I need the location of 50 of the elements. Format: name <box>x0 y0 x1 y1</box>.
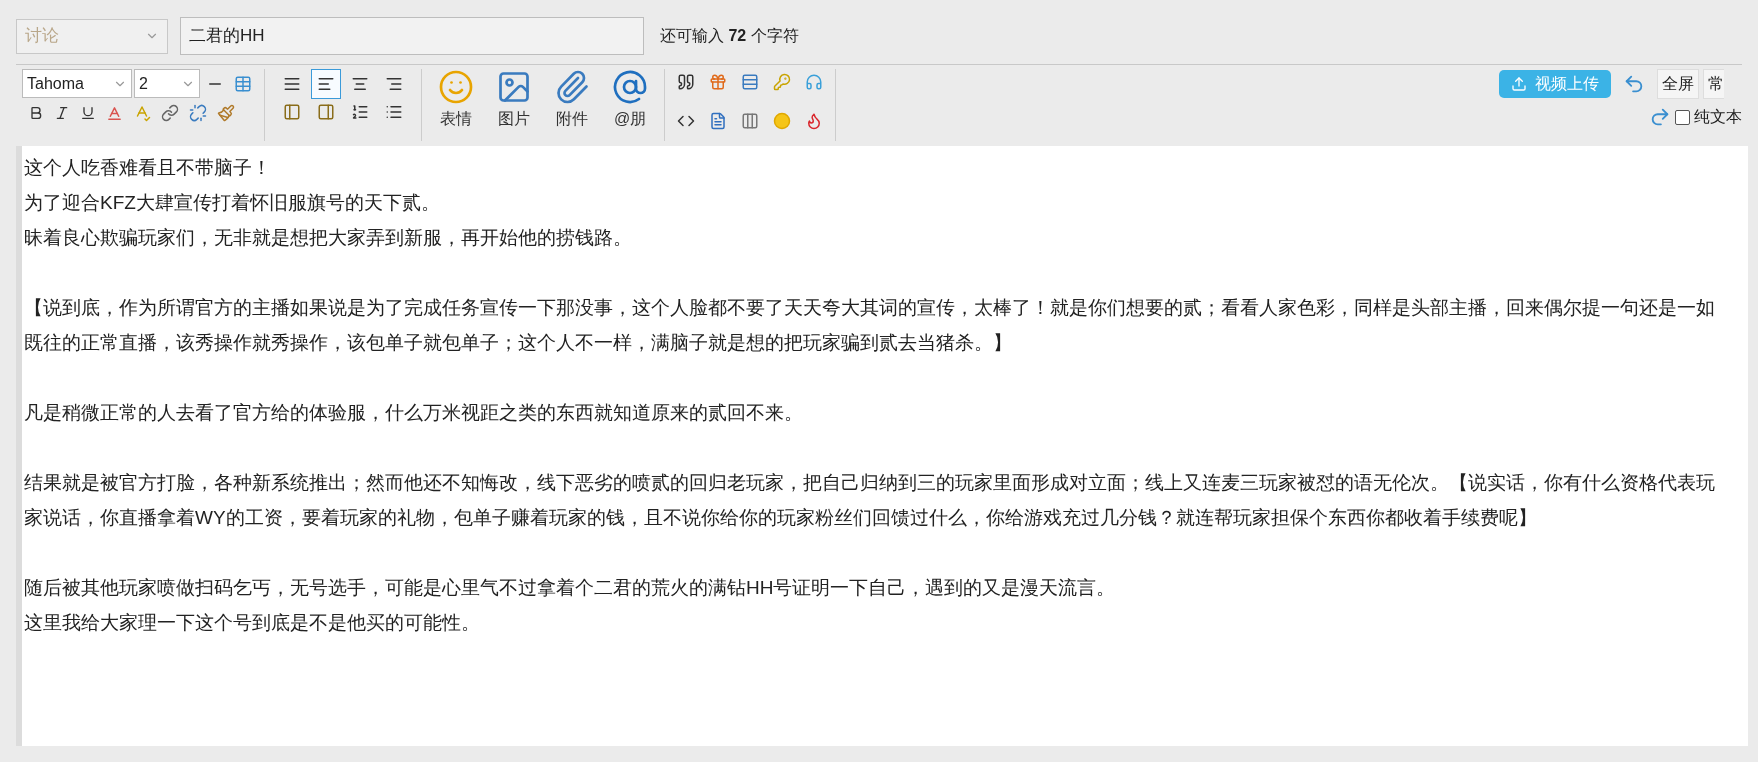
insert-button[interactable]: 图片 <box>492 69 536 131</box>
plain-text-checkbox[interactable] <box>1675 109 1690 125</box>
brush-icon[interactable] <box>217 104 235 122</box>
plain-text-label: 纯文本 <box>1694 107 1742 127</box>
paragraph-text: 为了迎合KFZ大肆宣传打着怀旧服旗号的天下贰。 <box>24 191 441 215</box>
unlink-icon[interactable] <box>189 104 207 122</box>
align-lines-icon <box>385 75 403 93</box>
paragraph-text: 这里我给大家理一下这个号到底是不是他买的可能性。 <box>24 611 481 635</box>
paragraph-text: 昧着良心欺骗玩家们，无非就是想把大家弄到新服，再开始他的捞钱路。 <box>24 226 633 250</box>
size-select[interactable]: 2 <box>134 69 200 98</box>
font-select[interactable]: Tahoma <box>22 69 132 98</box>
picture-icon <box>496 69 532 105</box>
quote-icon[interactable] <box>677 73 695 91</box>
paragraph-text: 凡是稍微正常的人去看了官方给的体验服，什么万米视距之类的东西就知道原来的贰回不来。 <box>24 401 804 425</box>
gift-icon[interactable] <box>709 73 727 91</box>
bullet-list-icon[interactable] <box>385 103 403 121</box>
link-icon[interactable] <box>161 104 179 122</box>
paragraph-text: 这个人吃香难看且不带脑子！ <box>24 156 272 180</box>
float-right-icon[interactable] <box>317 103 335 121</box>
float-left-icon[interactable] <box>283 103 301 121</box>
editor-area[interactable] <box>16 146 1748 746</box>
insert-button[interactable]: @朋 <box>608 69 652 131</box>
document-icon[interactable] <box>709 112 727 130</box>
headset-icon[interactable] <box>805 73 823 91</box>
align-lines-icon <box>283 75 301 93</box>
insert-button[interactable]: 附件 <box>550 69 594 131</box>
bold-icon[interactable] <box>28 105 44 121</box>
align-lines-icon <box>351 75 369 93</box>
align-lines-icon <box>317 75 335 93</box>
paragraph-text: 随后被其他玩家喷做扫码乞丐，无号选手，可能是心里气不过拿着个二君的荒火的满钻HH号证明一下自己，遇到的又是漫天流言。 <box>24 576 1117 600</box>
paragraph-text: 【说到底，作为所谓官方的主播如果说是为了完成任务宣传一下那没事，这个人脸都不要了天天夸大其词的宣传，太棒了！就是你们想要的贰；看看人家色彩，同样是头部主播，回来偶尔提一句还是一如既往的正常直播，该秀操作就秀操作，该包单子就包单子；这个人不一样，满脑子就是想的把玩家骗到贰去当猪杀。】 <box>24 296 1716 355</box>
rows-icon[interactable] <box>741 73 759 91</box>
paragraph-text: 结果就是被官方打脸，各种新系统推出；然而他还不知悔改，线下恶劣的喷贰的回归老玩家，把自己归纳到三的玩家里面形成对立面；线上又连麦三玩家被怼的语无伦次。【说实话，你有什么资格代表玩家说话，你直播拿着WY的工资，要着玩家的礼物，包单子赚着玩家的钱，且不说你给你的玩家粉丝们回馈过什么，你给游戏充过几分钱？就连帮玩家担保个东西你都收着手续费呢】 <box>24 471 1716 530</box>
upload-icon <box>1511 76 1527 92</box>
columns-icon[interactable] <box>741 112 759 130</box>
mode-button[interactable]: 常 <box>1703 69 1724 99</box>
at-sign-icon <box>612 69 648 105</box>
paperclip-icon <box>554 69 590 105</box>
italic-icon[interactable] <box>54 105 70 121</box>
undo-icon[interactable] <box>1623 73 1645 95</box>
table-icon[interactable] <box>234 74 252 93</box>
font-color-icon[interactable] <box>106 104 123 122</box>
title-input-field[interactable]: 二君的HH <box>180 17 644 55</box>
smiley-face-icon <box>438 69 474 105</box>
character-counter: 还可输入 72 个字符 <box>660 26 799 46</box>
underline-icon[interactable] <box>80 105 96 121</box>
insert-button[interactable]: 表情 <box>434 69 478 131</box>
align-button[interactable] <box>311 69 341 99</box>
fullscreen-button[interactable]: 全屏 <box>1657 69 1699 99</box>
numbered-list-icon[interactable] <box>351 103 369 121</box>
